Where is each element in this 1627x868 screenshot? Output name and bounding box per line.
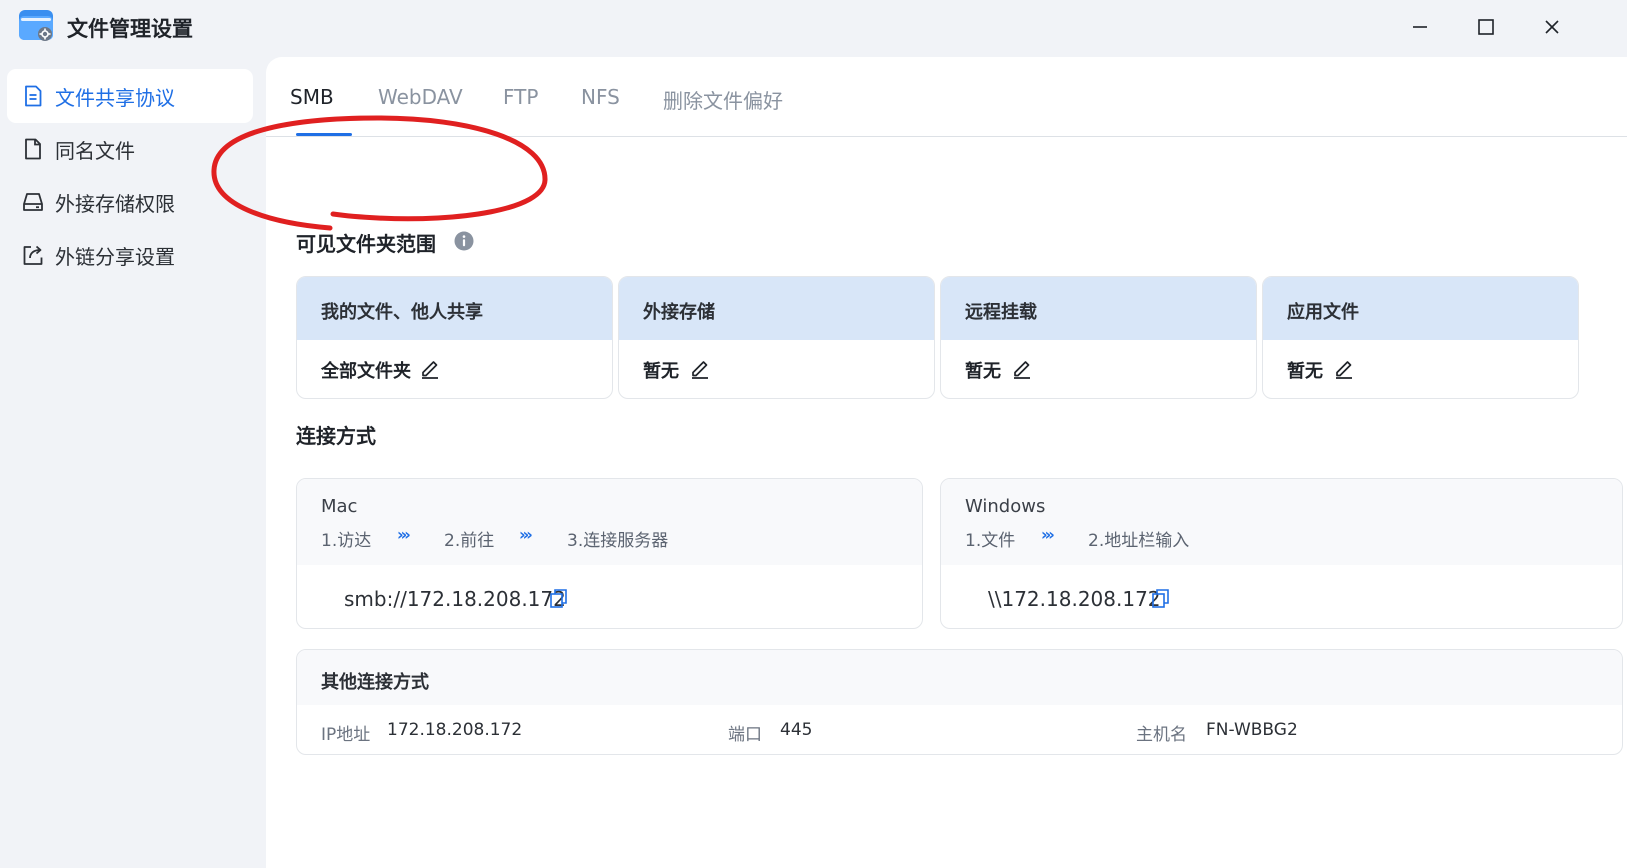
scope-card-value: 暂无 — [1287, 361, 1323, 382]
sidebar-item-duplicate-files[interactable]: 同名文件 — [7, 122, 253, 176]
close-button[interactable] — [1535, 10, 1569, 44]
hostname-value: FN-WBBG2 — [1206, 720, 1298, 740]
maximize-button[interactable] — [1469, 10, 1503, 44]
scope-card-value: 暂无 — [965, 361, 1001, 382]
os-name: Windows — [965, 496, 1046, 517]
info-icon[interactable] — [454, 231, 474, 251]
tab-ftp[interactable]: FTP — [503, 85, 538, 109]
active-tab-indicator — [296, 133, 352, 136]
mac-steps: Mac 1.访达 ››› 2.前往 ››› 3.连接服务器 — [297, 479, 922, 565]
windows-address: \\172.18.208.172 — [988, 587, 1161, 611]
os-name: Mac — [321, 496, 358, 517]
sidebar-item-label: 外链分享设置 — [55, 245, 175, 269]
step-item: 1.访达 — [321, 531, 372, 551]
hostname-label: 主机名 — [1136, 725, 1187, 745]
sidebar-item-file-sharing-protocol[interactable]: 文件共享协议 — [7, 69, 253, 123]
maximize-icon — [1478, 19, 1494, 35]
windows-connection-card: Windows 1.文件 ››› 2.地址栏输入 \\172.18.208.17… — [940, 478, 1623, 629]
port-label: 端口 — [728, 725, 762, 745]
close-icon — [1545, 20, 1559, 34]
other-connection-card: 其他连接方式 IP地址 172.18.208.172 端口 445 主机名 FN… — [296, 649, 1623, 755]
step-item: 1.文件 — [965, 531, 1016, 551]
ip-value: 172.18.208.172 — [387, 720, 523, 740]
ip-label: IP地址 — [321, 725, 371, 745]
edit-icon[interactable] — [689, 357, 711, 379]
step-item: 2.地址栏输入 — [1088, 531, 1190, 551]
scope-card-header: 外接存储 — [619, 277, 934, 340]
step-item: 3.连接服务器 — [567, 531, 669, 551]
port-value: 445 — [780, 720, 813, 740]
step-arrow-icon: ››› — [519, 525, 533, 544]
scope-card-external-storage: 外接存储 暂无 — [618, 276, 935, 399]
scope-card-value: 全部文件夹 — [321, 361, 411, 382]
drive-icon — [23, 193, 43, 211]
minimize-icon — [1413, 26, 1427, 28]
scope-card-header: 远程挂载 — [941, 277, 1256, 340]
smb-address: smb://172.18.208.172 — [344, 587, 566, 611]
tab-webdav[interactable]: WebDAV — [378, 85, 463, 109]
copy-icon[interactable] — [1150, 587, 1172, 609]
tab-nfs[interactable]: NFS — [581, 85, 620, 109]
scope-card-header: 应用文件 — [1263, 277, 1578, 340]
step-arrow-icon: ››› — [397, 525, 411, 544]
sidebar-item-share-link-settings[interactable]: 外链分享设置 — [7, 228, 253, 282]
sidebar: 文件共享协议 同名文件 外接存储权限 外链分享设置 — [0, 57, 262, 868]
protocol-tabs: SMB WebDAV FTP NFS 删除文件偏好 — [266, 57, 1627, 137]
mac-connection-card: Mac 1.访达 ››› 2.前往 ››› 3.连接服务器 smb://172.… — [296, 478, 923, 629]
edit-icon[interactable] — [419, 357, 441, 379]
sidebar-item-label: 外接存储权限 — [55, 192, 175, 216]
edit-icon[interactable] — [1011, 357, 1033, 379]
sidebar-item-label: 文件共享协议 — [55, 86, 175, 110]
document-icon — [25, 85, 42, 107]
step-arrow-icon: ››› — [1041, 525, 1055, 544]
settings-panel: SMB WebDAV FTP NFS 删除文件偏好 可见文件夹范围 我的文件、他… — [266, 57, 1627, 868]
tab-smb[interactable]: SMB — [290, 85, 334, 109]
scope-card-remote-mount: 远程挂载 暂无 — [940, 276, 1257, 399]
scope-card-app-files: 应用文件 暂无 — [1262, 276, 1579, 399]
minimize-button[interactable] — [1403, 10, 1437, 44]
edit-icon[interactable] — [1333, 357, 1355, 379]
sidebar-item-label: 同名文件 — [55, 139, 135, 163]
copy-icon[interactable] — [548, 587, 570, 609]
scope-card-header: 我的文件、他人共享 — [297, 277, 612, 340]
step-item: 2.前往 — [444, 531, 495, 551]
scope-card-my-files: 我的文件、他人共享 全部文件夹 — [296, 276, 613, 399]
windows-steps: Windows 1.文件 ››› 2.地址栏输入 — [941, 479, 1622, 565]
file-icon — [25, 138, 41, 160]
title-bar: 文件管理设置 — [0, 0, 1627, 57]
other-connection-title: 其他连接方式 — [297, 650, 1622, 705]
tab-delete-file-preference[interactable]: 删除文件偏好 — [663, 85, 783, 114]
sidebar-item-external-storage-permissions[interactable]: 外接存储权限 — [7, 175, 253, 229]
share-link-icon — [23, 245, 43, 265]
folder-settings-icon — [19, 10, 53, 41]
scope-card-value: 暂无 — [643, 361, 679, 382]
visible-scope-title: 可见文件夹范围 — [296, 232, 436, 256]
window-title: 文件管理设置 — [67, 17, 193, 41]
connection-title: 连接方式 — [296, 424, 376, 448]
